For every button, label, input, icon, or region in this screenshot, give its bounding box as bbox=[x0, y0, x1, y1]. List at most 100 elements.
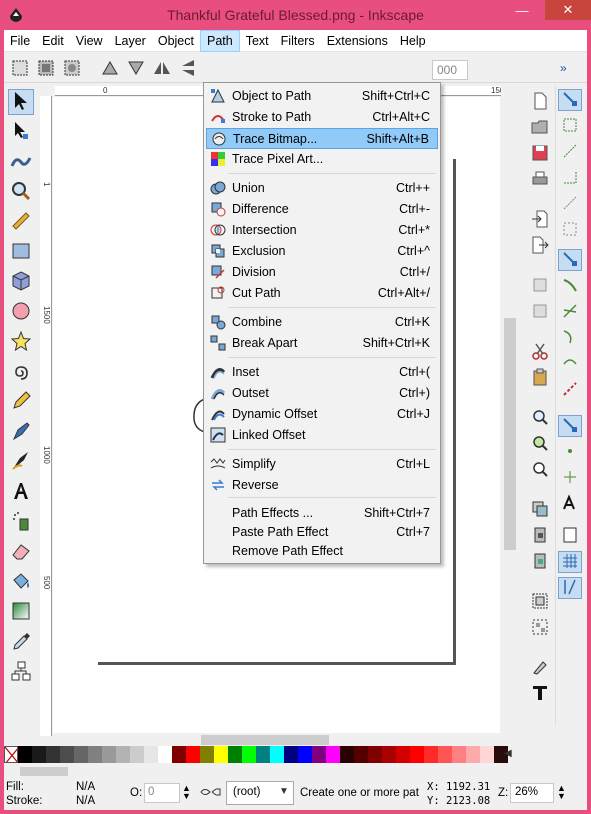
tweak-tool[interactable] bbox=[8, 149, 34, 175]
dropper-tool[interactable] bbox=[8, 629, 34, 655]
calligraphy-tool[interactable] bbox=[8, 449, 34, 475]
unlink-clone-button[interactable] bbox=[528, 551, 552, 573]
eraser-tool[interactable] bbox=[8, 539, 34, 565]
menu-filters[interactable]: Filters bbox=[275, 30, 321, 52]
path-menu-item-inset[interactable]: Inset Ctrl+( bbox=[206, 362, 438, 383]
menu-path[interactable]: Path bbox=[200, 30, 240, 52]
new-document-button[interactable] bbox=[528, 91, 552, 113]
rectangle-tool[interactable] bbox=[8, 239, 34, 265]
stroke-value[interactable]: N/A bbox=[76, 795, 95, 807]
color-swatch[interactable] bbox=[116, 746, 130, 763]
color-swatch[interactable] bbox=[228, 746, 242, 763]
vertical-scrollbar[interactable] bbox=[501, 86, 518, 735]
path-menu-item-remove-path-effect[interactable]: Remove Path Effect bbox=[206, 541, 438, 562]
opacity-spinner-icon[interactable]: ▲ ▼ bbox=[182, 784, 191, 801]
color-swatch[interactable] bbox=[200, 746, 214, 763]
menu-view[interactable]: View bbox=[70, 30, 109, 52]
palette-scrollbar[interactable] bbox=[20, 765, 571, 777]
path-menu-item-union[interactable]: Union Ctrl++ bbox=[206, 178, 438, 199]
menu-extensions[interactable]: Extensions bbox=[321, 30, 394, 52]
star-tool[interactable] bbox=[8, 329, 34, 355]
color-swatch[interactable] bbox=[284, 746, 298, 763]
color-swatch[interactable] bbox=[326, 746, 340, 763]
snap-text-baseline-toggle[interactable] bbox=[558, 493, 582, 515]
menu-help[interactable]: Help bbox=[394, 30, 432, 52]
minimize-button[interactable]: — bbox=[509, 0, 535, 20]
paste-button[interactable] bbox=[528, 367, 552, 389]
flip-vertical-icon[interactable] bbox=[178, 58, 198, 78]
color-swatch[interactable] bbox=[242, 746, 256, 763]
color-swatch[interactable] bbox=[340, 746, 354, 763]
path-menu-item-combine[interactable]: Combine Ctrl+K bbox=[206, 312, 438, 333]
path-menu-item-division[interactable]: Division Ctrl+/ bbox=[206, 262, 438, 283]
save-button[interactable] bbox=[528, 143, 552, 165]
color-swatch[interactable] bbox=[74, 746, 88, 763]
path-menu-item-paste-path-effect[interactable]: Paste Path Effect Ctrl+7 bbox=[206, 522, 438, 543]
palette-menu-icon[interactable]: ◀ bbox=[504, 748, 512, 759]
snap-bbox-midpoint-toggle[interactable] bbox=[558, 193, 582, 215]
layer-select[interactable]: (root) ▼ bbox=[226, 781, 294, 805]
path-menu-item-difference[interactable]: Difference Ctrl+- bbox=[206, 199, 438, 220]
color-swatch[interactable] bbox=[466, 746, 480, 763]
zoom-page-button[interactable] bbox=[528, 459, 552, 481]
connector-tool[interactable] bbox=[8, 659, 34, 685]
select-same-icon[interactable] bbox=[62, 58, 82, 78]
color-swatch[interactable] bbox=[60, 746, 74, 763]
zoom-selection-button[interactable] bbox=[528, 407, 552, 429]
select-all-layers-icon[interactable] bbox=[36, 58, 56, 78]
color-swatch[interactable] bbox=[354, 746, 368, 763]
duplicate-button[interactable] bbox=[528, 499, 552, 521]
color-swatch[interactable] bbox=[172, 746, 186, 763]
selector-tool[interactable] bbox=[8, 89, 34, 115]
menu-layer[interactable]: Layer bbox=[109, 30, 152, 52]
path-menu-item-reverse[interactable]: Reverse bbox=[206, 475, 438, 496]
fill-stroke-button[interactable] bbox=[528, 657, 552, 679]
flip-horizontal-icon[interactable] bbox=[152, 58, 172, 78]
color-swatch[interactable] bbox=[368, 746, 382, 763]
snap-bbox-center-toggle[interactable] bbox=[558, 219, 582, 241]
text-tool[interactable] bbox=[8, 479, 34, 505]
path-menu-item-intersection[interactable]: Intersection Ctrl+* bbox=[206, 220, 438, 241]
close-button[interactable]: ✕ bbox=[545, 0, 591, 20]
import-button[interactable] bbox=[528, 209, 552, 231]
fill-value[interactable]: N/A bbox=[76, 781, 95, 793]
undo-button[interactable] bbox=[528, 275, 552, 297]
path-menu-item-dynamic-offset[interactable]: Dynamic Offset Ctrl+J bbox=[206, 404, 438, 425]
color-swatch[interactable] bbox=[452, 746, 466, 763]
path-menu-item-break-apart[interactable]: Break Apart Shift+Ctrl+K bbox=[206, 333, 438, 354]
node-tool[interactable] bbox=[8, 119, 34, 145]
measure-tool[interactable] bbox=[8, 209, 34, 235]
zoom-drawing-button[interactable] bbox=[528, 433, 552, 455]
gradient-tool[interactable] bbox=[8, 599, 34, 625]
path-menu-item-stroke-to-path[interactable]: Stroke to Path Ctrl+Alt+C bbox=[206, 107, 438, 128]
path-menu-item-object-to-path[interactable]: Object to Path Shift+Ctrl+C bbox=[206, 86, 438, 107]
color-swatch[interactable] bbox=[102, 746, 116, 763]
spiral-tool[interactable] bbox=[8, 359, 34, 385]
color-swatch[interactable] bbox=[144, 746, 158, 763]
color-swatch[interactable] bbox=[158, 746, 172, 763]
color-swatch[interactable] bbox=[298, 746, 312, 763]
path-menu-item-path-effects[interactable]: Path Effects ... Shift+Ctrl+7 bbox=[206, 503, 438, 524]
snap-others-toggle[interactable] bbox=[558, 415, 582, 437]
pencil-tool[interactable] bbox=[8, 389, 34, 415]
pen-tool[interactable] bbox=[8, 419, 34, 445]
snap-bbox-edge-toggle[interactable] bbox=[558, 141, 582, 163]
snap-bbox-corner-toggle[interactable] bbox=[558, 167, 582, 189]
color-swatch[interactable] bbox=[410, 746, 424, 763]
path-menu-item-outset[interactable]: Outset Ctrl+) bbox=[206, 383, 438, 404]
opacity-field[interactable]: 0 bbox=[144, 783, 180, 803]
snap-guide-toggle[interactable] bbox=[558, 577, 582, 599]
palette-scroll-thumb[interactable] bbox=[20, 767, 68, 776]
color-swatch[interactable] bbox=[396, 746, 410, 763]
snap-line-midpoints-toggle[interactable] bbox=[558, 379, 582, 401]
open-button[interactable] bbox=[528, 117, 552, 139]
clone-button[interactable] bbox=[528, 525, 552, 547]
snap-smooth-nodes-toggle[interactable] bbox=[558, 353, 582, 375]
group-button[interactable] bbox=[528, 591, 552, 613]
zoom-tool[interactable] bbox=[8, 179, 34, 205]
print-button[interactable] bbox=[528, 169, 552, 191]
coordinate-field[interactable]: 000 bbox=[432, 60, 468, 80]
path-menu-item-trace-bitmap[interactable]: Trace Bitmap... Shift+Alt+B bbox=[206, 128, 438, 149]
color-swatch[interactable] bbox=[438, 746, 452, 763]
vertical-scroll-thumb[interactable] bbox=[504, 318, 516, 550]
